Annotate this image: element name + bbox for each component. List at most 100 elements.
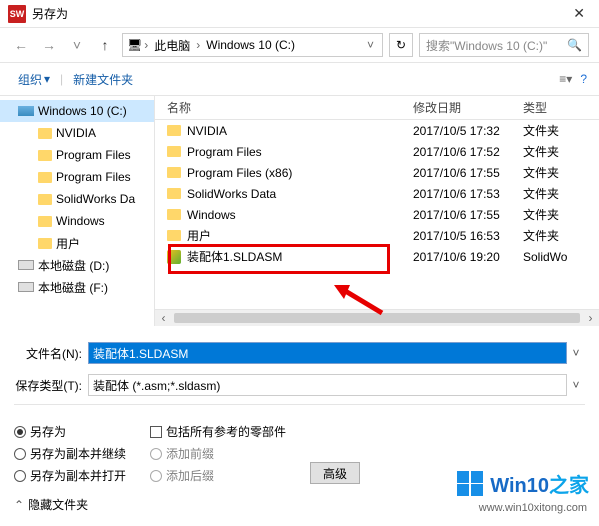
hide-folders-link[interactable]: 隐藏文件夹 [28,496,88,513]
file-date: 2017/10/6 19:20 [413,250,523,264]
folder-icon [38,172,52,183]
filetype-combo[interactable]: 装配体 (*.asm;*.sldasm) [88,374,567,396]
tree-item-label: 用户 [56,235,80,252]
folder-icon [167,146,181,157]
column-date[interactable]: 修改日期 [413,99,523,116]
help-icon[interactable]: ? [580,72,587,86]
history-dropdown[interactable]: ˅ [66,34,88,56]
chevron-right-icon: › [196,38,200,52]
breadcrumb-pc[interactable]: 此电脑 [150,37,194,54]
view-options-icon[interactable]: ≡▾ [559,72,572,86]
watermark: Win10之家 [456,469,589,498]
file-date: 2017/10/6 17:53 [413,187,523,201]
back-button[interactable]: ← [10,34,32,56]
file-row[interactable]: 用户 2017/10/5 16:53文件夹 [155,225,599,246]
file-row[interactable]: SolidWorks Data2017/10/6 17:53文件夹 [155,183,599,204]
tree-item[interactable]: 用户 [0,232,154,254]
search-placeholder: 搜索"Windows 10 (C:)" [426,37,547,54]
file-name: NVIDIA [187,124,227,138]
disk-icon [18,106,34,116]
chevron-down-icon[interactable]: ˅ [567,378,585,392]
windows-logo-icon [456,470,484,497]
breadcrumb-drive[interactable]: Windows 10 (C:) [202,38,299,52]
file-date: 2017/10/6 17:52 [413,145,523,159]
tree-item-label: Windows [56,214,105,228]
folder-icon [38,216,52,227]
tree-item[interactable]: Windows [0,210,154,232]
file-row[interactable]: Program Files (x86)2017/10/6 17:55文件夹 [155,162,599,183]
file-type: 文件夹 [523,164,583,181]
tree-item[interactable]: 本地磁盘 (F:) [0,276,154,298]
folder-icon [167,125,181,136]
radio-saveas-copy-continue[interactable]: 另存为副本并继续 [14,445,126,462]
file-name: 装配体1.SLDASM [187,248,282,265]
new-folder-button[interactable]: 新建文件夹 [67,69,139,90]
column-name[interactable]: 名称 [155,99,413,116]
tree-item-label: NVIDIA [56,126,96,140]
file-date: 2017/10/5 16:53 [413,229,523,243]
tree-item-label: 本地磁盘 (F:) [38,279,108,296]
folder-icon [167,188,181,199]
folder-icon [38,194,52,205]
file-date: 2017/10/6 17:55 [413,208,523,222]
folder-icon [167,230,181,241]
folder-icon [38,150,52,161]
file-row[interactable]: 装配体1.SLDASM 2017/10/6 19:20SolidWo [155,246,599,267]
forward-button: → [38,34,60,56]
file-type: SolidWo [523,250,583,264]
breadcrumb[interactable]: 🖥 › 此电脑 › Windows 10 (C:) ˅ [122,33,383,57]
chevron-down-icon[interactable]: ˅ [363,38,378,52]
drive-icon [18,282,34,292]
checkbox-include-refs[interactable]: 包括所有参考的零部件 [150,423,286,440]
file-row[interactable]: Program Files2017/10/6 17:52文件夹 [155,141,599,162]
folder-icon [38,238,52,249]
tree-item[interactable]: Program Files [0,144,154,166]
horizontal-scrollbar[interactable]: ‹ › [155,309,599,326]
solidworks-file-icon [167,250,181,264]
file-row[interactable]: Windows 2017/10/6 17:55文件夹 [155,204,599,225]
tree-item-label: Program Files [56,170,131,184]
file-row[interactable]: NVIDIA 2017/10/5 17:32文件夹 [155,120,599,141]
watermark-url: www.win10xitong.com [479,502,587,514]
tree-item[interactable]: NVIDIA [0,122,154,144]
radio-saveas[interactable]: 另存为 [14,423,126,440]
tree-item-label: Windows 10 (C:) [38,104,127,118]
file-type: 文件夹 [523,122,583,139]
window-title: 另存为 [32,5,567,22]
solidworks-icon: SW [8,5,26,23]
search-icon: 🔍 [567,38,582,52]
tree-item-label: SolidWorks Da [56,192,135,206]
search-input[interactable]: 搜索"Windows 10 (C:)" 🔍 [419,33,589,57]
column-type[interactable]: 类型 [523,99,583,116]
filetype-label: 保存类型(T): [14,377,88,394]
scroll-thumb[interactable] [174,313,580,323]
chevron-down-icon: ▾ [44,72,50,86]
pc-icon: 🖥 [127,38,142,52]
radio-add-prefix: 添加前缀 [150,445,286,462]
file-type: 文件夹 [523,227,583,244]
folder-icon [167,167,181,178]
file-name: Program Files (x86) [187,166,292,180]
chevron-right-icon: › [144,38,148,52]
up-button[interactable]: ↑ [94,34,116,56]
file-name: Windows [187,208,236,222]
file-date: 2017/10/5 17:32 [413,124,523,138]
organize-menu[interactable]: 组织 ▾ [12,69,56,90]
chevron-down-icon[interactable]: ˅ [567,346,585,360]
tree-item[interactable]: Windows 10 (C:) [0,100,154,122]
expand-caret-icon[interactable]: ⌃ [14,498,24,512]
advanced-button[interactable]: 高级 [310,462,360,484]
tree-item[interactable]: Program Files [0,166,154,188]
file-name: 用户 [187,227,211,244]
refresh-button[interactable]: ↻ [389,33,413,57]
filename-label: 文件名(N): [14,345,88,362]
tree-item[interactable]: SolidWorks Da [0,188,154,210]
radio-saveas-copy-open[interactable]: 另存为副本并打开 [14,467,126,484]
tree-item[interactable]: 本地磁盘 (D:) [0,254,154,276]
file-type: 文件夹 [523,206,583,223]
scroll-right-icon[interactable]: › [582,310,599,327]
filename-input[interactable]: 装配体1.SLDASM [88,342,567,364]
radio-add-suffix: 添加后缀 [150,467,286,484]
scroll-left-icon[interactable]: ‹ [155,310,172,327]
close-icon[interactable]: ✕ [567,5,591,22]
